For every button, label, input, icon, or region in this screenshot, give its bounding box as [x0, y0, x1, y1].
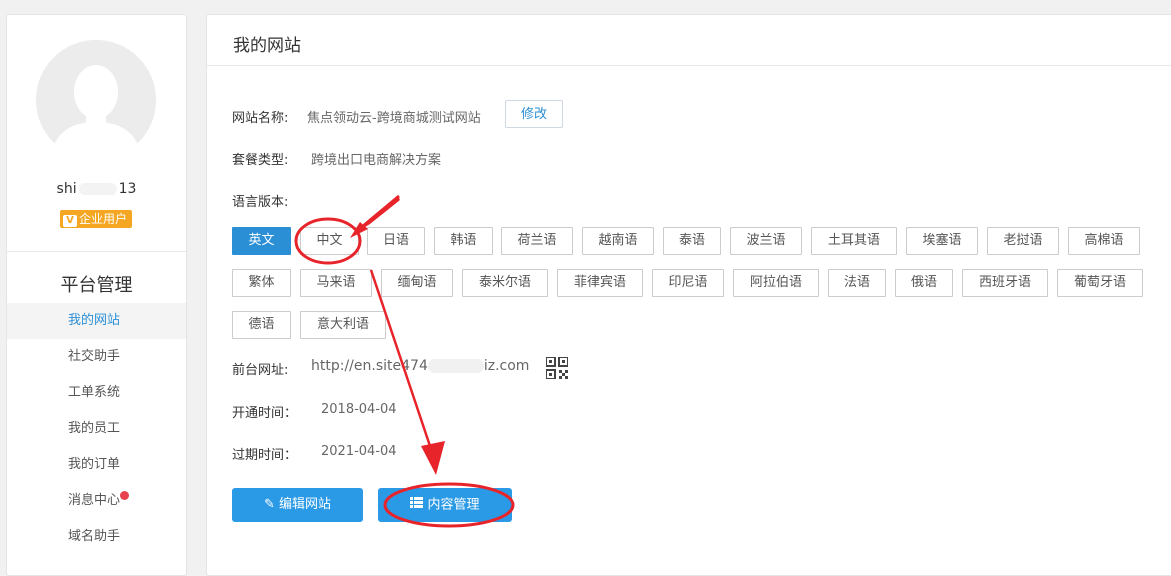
notification-dot — [120, 491, 129, 500]
language-option[interactable]: 埃塞语 — [906, 227, 978, 255]
enterprise-badge: V 企业用户 — [60, 210, 133, 228]
username-redaction — [78, 183, 117, 195]
content-management-button[interactable]: 内容管理 — [378, 488, 512, 522]
language-option[interactable]: 菲律宾语 — [557, 269, 643, 297]
language-option[interactable]: 繁体 — [232, 269, 291, 297]
language-option[interactable]: 老挝语 — [987, 227, 1059, 255]
sidebar-item-label: 域名助手 — [68, 529, 121, 544]
sidebar-item-label: 我的网站 — [68, 313, 121, 328]
language-option[interactable]: 日语 — [367, 227, 425, 255]
page-title: 我的网站 — [233, 36, 301, 56]
sidebar: shi 13 V 企业用户 平台管理 我的网站 社交助手 工单系统 我的员工 我的订… — [6, 14, 187, 576]
package-label: 套餐类型: — [232, 153, 289, 168]
badge-label: 企业用户 — [79, 212, 128, 226]
url-part: http://en.site — [311, 358, 402, 374]
username: shi 13 — [7, 181, 186, 197]
sidebar-section-title: 平台管理 — [60, 275, 133, 296]
languages-label: 语言版本: — [232, 195, 289, 210]
language-option[interactable]: 阿拉伯语 — [733, 269, 819, 297]
panel-header: 我的网站 — [207, 15, 1171, 66]
language-option[interactable]: 荷兰语 — [501, 227, 573, 255]
language-option[interactable]: 波兰语 — [730, 227, 802, 255]
package-value: 跨境出口电商解决方案 — [311, 153, 442, 168]
frontend-url-link[interactable]: http://en.site474 iz.com — [311, 358, 529, 374]
language-option[interactable]: 中文 — [300, 227, 359, 255]
url-part: 474 — [401, 358, 428, 374]
username-suffix: 13 — [118, 181, 137, 197]
language-option[interactable]: 意大利语 — [300, 311, 386, 339]
language-option[interactable]: 西班牙语 — [962, 269, 1048, 297]
edit-website-label: 编辑网站 — [279, 497, 332, 512]
language-option[interactable]: 越南语 — [582, 227, 654, 255]
language-option[interactable]: 马来语 — [300, 269, 372, 297]
language-option[interactable]: 土耳其语 — [811, 227, 897, 255]
main-panel: 我的网站 网站名称: 焦点领动云-跨境商城测试网站 修改 套餐类型: 跨境出口电… — [206, 14, 1171, 576]
sidebar-item-label: 消息中心 — [68, 493, 121, 508]
site-name-value: 焦点领动云-跨境商城测试网站 — [307, 111, 481, 126]
sidebar-item-domain-assistant[interactable]: 域名助手 — [7, 519, 186, 555]
url-part: iz.com — [483, 358, 530, 374]
pencil-icon: ✎ — [263, 497, 275, 512]
list-icon — [410, 488, 424, 522]
vip-icon: V — [63, 215, 77, 227]
open-time-label: 开通时间： — [232, 406, 298, 421]
sidebar-item-my-staff[interactable]: 我的员工 — [7, 411, 186, 447]
language-option[interactable]: 葡萄牙语 — [1057, 269, 1143, 297]
expire-time-label: 过期时间： — [232, 448, 298, 463]
sidebar-item-social-assistant[interactable]: 社交助手 — [7, 339, 186, 375]
language-option[interactable]: 印尼语 — [652, 269, 724, 297]
sidebar-item-label: 工单系统 — [68, 385, 121, 400]
url-redaction — [427, 359, 484, 373]
edit-website-button[interactable]: ✎ 编辑网站 — [232, 488, 363, 522]
qr-code-icon[interactable] — [545, 356, 569, 383]
frontend-url-label: 前台网址: — [232, 363, 289, 378]
language-option[interactable]: 法语 — [828, 269, 886, 297]
sidebar-item-my-website[interactable]: 我的网站 — [7, 303, 186, 339]
language-option[interactable]: 缅甸语 — [381, 269, 453, 297]
expire-time-value: 2021-04-04 — [321, 444, 397, 459]
language-option[interactable]: 泰语 — [663, 227, 721, 255]
edit-site-name-button[interactable]: 修改 — [505, 100, 563, 128]
sidebar-item-my-orders[interactable]: 我的订单 — [7, 447, 186, 483]
language-option[interactable]: 高棉语 — [1068, 227, 1140, 255]
language-option[interactable]: 俄语 — [895, 269, 953, 297]
site-name-label: 网站名称: — [232, 111, 289, 126]
username-prefix: shi — [56, 181, 77, 197]
default-user-icon — [36, 40, 156, 160]
sidebar-menu: 我的网站 社交助手 工单系统 我的员工 我的订单 消息中心 域名助手 — [7, 303, 186, 555]
sidebar-item-label: 社交助手 — [68, 349, 121, 364]
content-management-label: 内容管理 — [427, 497, 480, 513]
sidebar-divider — [7, 251, 186, 252]
language-option[interactable]: 韩语 — [434, 227, 493, 255]
sidebar-item-label: 我的员工 — [68, 421, 121, 436]
language-option[interactable]: 泰米尔语 — [462, 269, 548, 297]
sidebar-item-ticket-system[interactable]: 工单系统 — [7, 375, 186, 411]
user-avatar[interactable] — [36, 40, 156, 160]
language-option[interactable]: 德语 — [232, 311, 291, 339]
sidebar-item-message-center[interactable]: 消息中心 — [7, 483, 186, 519]
sidebar-item-label: 我的订单 — [68, 457, 121, 472]
open-time-value: 2018-04-04 — [321, 402, 397, 417]
language-option[interactable]: 英文 — [232, 227, 291, 255]
